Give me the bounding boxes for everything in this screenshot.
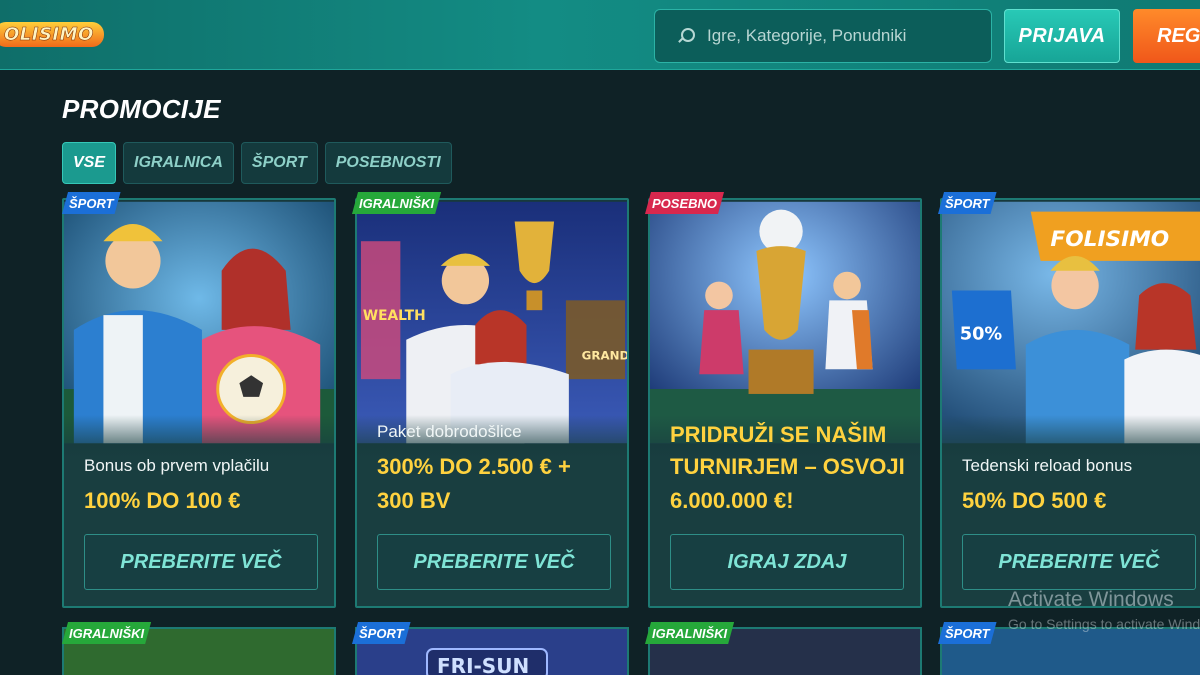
- promo-offer-line2: 300 BV: [377, 488, 451, 513]
- banner-text: FOLISIMO: [1050, 227, 1169, 252]
- tab-all[interactable]: VSE: [62, 142, 117, 184]
- read-more-button[interactable]: PREBERITE VEČ: [377, 534, 611, 590]
- promo-subtitle: Tedenski reload bonus: [962, 456, 1133, 475]
- card-badge-casino: IGRALNIŠKI: [352, 192, 441, 214]
- page-title: PROMOCIJE: [62, 94, 221, 124]
- sign-wealth: WEALTH: [363, 308, 426, 324]
- register-button[interactable]: REGIS: [1133, 9, 1200, 63]
- tab-sport[interactable]: ŠPORT: [240, 142, 318, 184]
- card-badge-casino: IGRALNIŠKI: [645, 622, 734, 644]
- promo-subtitle: Bonus ob prvem vplačilu: [84, 456, 270, 475]
- promo-image-fans-celebrating: FOLISIMO 50%: [942, 201, 1200, 444]
- promo-card-tournament[interactable]: PRIDRUŽI SE NAŠIM TURNIRJEM – OSVOJI 6.0…: [648, 198, 922, 608]
- promo-offer-line2: TURNIRJEM – OSVOJI: [670, 454, 905, 479]
- foam-hand-text: 50%: [960, 325, 1003, 345]
- card-badge-sport: ŠPORT: [62, 192, 121, 214]
- windows-activation-hint: Go to Settings to activate Windows.: [1008, 616, 1200, 632]
- tab-specials[interactable]: POSEBNOSTI: [324, 142, 452, 184]
- play-now-button[interactable]: IGRAJ ZDAJ: [670, 534, 904, 590]
- promo-card-weekly-reload[interactable]: FOLISIMO 50% Tedenski reload bonus 50% D…: [940, 198, 1200, 608]
- login-button[interactable]: PRIJAVA: [1004, 9, 1120, 63]
- card-badge-special: POSEBNO: [645, 192, 724, 214]
- search-placeholder: Igre, Kategorije, Ponudniki: [707, 26, 907, 45]
- tab-casino[interactable]: IGRALNICA: [123, 142, 234, 184]
- top-header: OLISIMO Igre, Kategorije, Ponudniki PRIJ…: [0, 0, 1200, 70]
- card-badge-sport: ŠPORT: [938, 192, 997, 214]
- fri-sun-text: FRI-SUN: [437, 654, 529, 675]
- promo-image-trophy-celebration: WEALTH GRAND: [357, 201, 627, 444]
- sign-grand: GRAND: [582, 348, 627, 362]
- card-badge-casino: IGRALNIŠKI: [62, 622, 151, 644]
- promo-offer-line1: PRIDRUŽI SE NAŠIM: [670, 422, 887, 447]
- promo-offer: 50% DO 500 €: [962, 488, 1107, 513]
- card-badge-sport: ŠPORT: [938, 622, 997, 644]
- card-badge-sport: ŠPORT: [352, 622, 411, 644]
- promo-filter-tabs: VSE IGRALNICA ŠPORT POSEBNOSTI: [62, 142, 452, 184]
- search-input[interactable]: Igre, Kategorije, Ponudniki: [654, 9, 992, 63]
- promo-offer-line1: 300% DO 2.500 € +: [377, 454, 571, 479]
- site-logo[interactable]: OLISIMO: [0, 22, 104, 47]
- promo-subtitle: Paket dobrodošlice: [377, 422, 522, 441]
- search-icon: [677, 27, 695, 45]
- windows-activation-watermark: Activate Windows: [1008, 588, 1174, 611]
- read-more-button[interactable]: PREBERITE VEČ: [84, 534, 318, 590]
- promo-offer-line3: 6.000.000 €!: [670, 488, 794, 513]
- promo-image-football-duo: [64, 201, 334, 444]
- promo-card-welcome-package[interactable]: WEALTH GRAND Paket dobrodošlice 300% DO …: [355, 198, 629, 608]
- read-more-button[interactable]: PREBERITE VEČ: [962, 534, 1196, 590]
- promo-offer: 100% DO 100 €: [84, 488, 241, 513]
- promo-card-first-deposit[interactable]: Bonus ob prvem vplačilu 100% DO 100 € PR…: [62, 198, 336, 608]
- promo-image-trophy-players: [650, 201, 920, 444]
